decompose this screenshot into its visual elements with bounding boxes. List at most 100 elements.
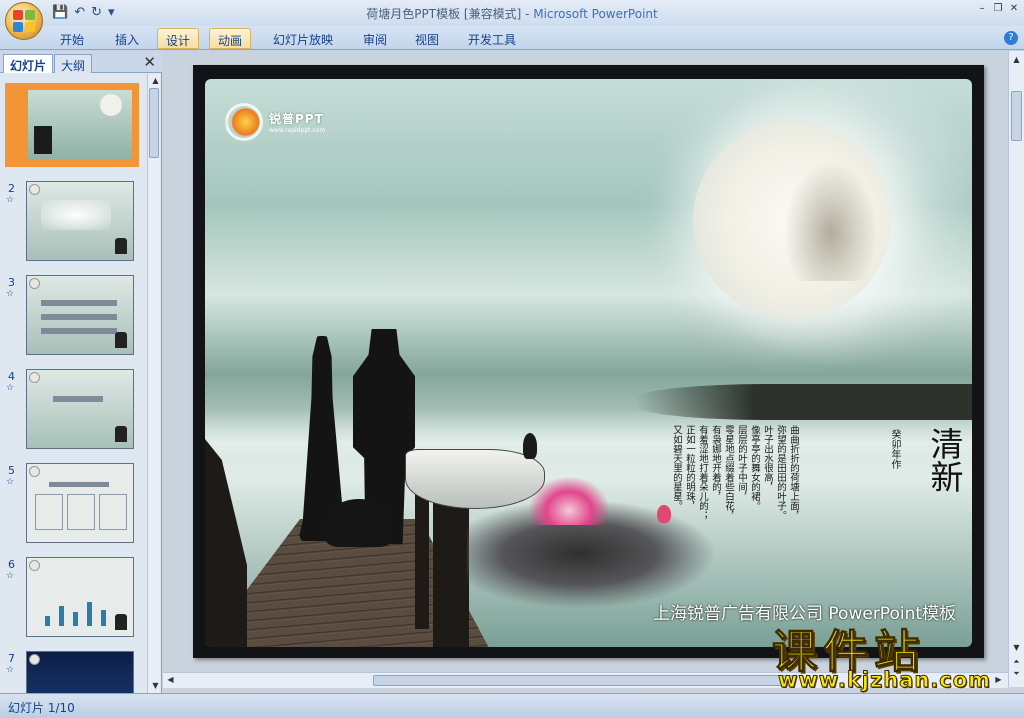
chart-bar	[59, 606, 64, 626]
pane-scrollbar[interactable]: ▲ ▼	[147, 74, 160, 693]
scroll-thumb[interactable]	[373, 675, 793, 686]
thumbnail-item[interactable]: 5 ☆	[0, 462, 146, 552]
thumbnail-number: 3	[8, 276, 15, 289]
slide-thumbnail-2[interactable]	[26, 181, 134, 261]
lotus-flower-image	[529, 477, 609, 525]
poem-line: 像亭亭的舞女的裙。	[749, 425, 760, 511]
tab-developer[interactable]: 开发工具	[460, 28, 524, 49]
moon-icon	[29, 184, 40, 195]
document-title: 荷塘月色PPT模板 [兼容模式]	[366, 7, 522, 21]
bird-silhouette	[523, 433, 537, 459]
poem-line: 零星地点缀着些白花，	[723, 425, 734, 520]
couple-silhouette	[115, 614, 127, 630]
thumbnail-item[interactable]: 7 ☆	[0, 650, 146, 693]
tab-outline[interactable]: 大纲	[54, 54, 93, 73]
office-logo-icon	[13, 10, 35, 32]
animation-star-icon: ☆	[6, 383, 15, 393]
scroll-down-icon[interactable]: ▼	[1011, 643, 1022, 653]
tab-review[interactable]: 审阅	[355, 28, 395, 49]
tab-animation[interactable]: 动画	[209, 28, 252, 49]
thumbnail-item[interactable]: 1 ☆	[0, 83, 146, 176]
slide-thumbnail-3[interactable]	[26, 275, 134, 355]
tab-home[interactable]: 开始	[52, 28, 92, 49]
poem-text: 曲曲折折的荷塘上面， 弥望的是田田的叶子。 叶子出水很高， 像亭亭的舞女的裙。 …	[671, 425, 799, 595]
scroll-left-icon[interactable]: ◀	[165, 675, 176, 685]
thumbnail-item[interactable]: 3 ☆	[0, 274, 146, 364]
scroll-down-icon[interactable]: ▼	[150, 681, 161, 691]
restore-icon[interactable]: ❐	[992, 3, 1004, 15]
slide-thumbnail-1[interactable]	[5, 83, 139, 167]
scroll-thumb[interactable]	[1011, 91, 1022, 141]
slide-thumbnail-4[interactable]	[26, 369, 134, 449]
moon-icon	[29, 372, 40, 383]
scroll-thumb[interactable]	[149, 88, 159, 158]
brand-name: 锐普PPT	[269, 112, 324, 126]
couple-silhouette	[34, 126, 52, 154]
thumbnail-number: 7	[8, 652, 15, 665]
help-icon[interactable]: ?	[1004, 31, 1018, 45]
pane-close-icon[interactable]: ✕	[143, 53, 156, 71]
brand-url: www.rapidppt.com	[269, 127, 326, 134]
status-bar: 幻灯片 1/10	[0, 693, 1024, 718]
thumbnail-item[interactable]: 6 ☆	[0, 556, 146, 646]
slide-counter: 幻灯片 1/10	[8, 701, 75, 715]
calligraphy-title: 清新	[925, 427, 964, 493]
previous-slide-icon[interactable]: ⏶	[1011, 657, 1022, 667]
thumbnail-number: 2	[8, 182, 15, 195]
chart-bar	[73, 612, 78, 626]
title-bar-block	[53, 396, 103, 402]
slide-thumbnail-5[interactable]	[26, 463, 134, 543]
chart-bar	[87, 602, 92, 626]
slide-thumbnail-7[interactable]	[26, 651, 134, 693]
couple-silhouette	[115, 332, 127, 348]
title-bar-block	[49, 482, 109, 487]
tab-slideshow[interactable]: 幻灯片放映	[265, 28, 341, 49]
current-slide[interactable]: 锐普PPT www.rapidppt.com 曲曲折折的荷塘上面， 弥望的是田田…	[193, 65, 984, 658]
couple-silhouette	[115, 426, 127, 442]
title-bar-block	[41, 314, 117, 320]
watermark-url: www.kjzhan.com	[777, 668, 992, 693]
minimize-icon[interactable]: –	[976, 3, 988, 15]
table-cell	[35, 494, 63, 530]
next-slide-icon[interactable]: ⏷	[1011, 669, 1022, 679]
title-bar: 💾 ↶ ↻ ▾ 荷塘月色PPT模板 [兼容模式] - Microsoft Pow…	[0, 0, 1024, 40]
tab-view[interactable]: 视图	[407, 28, 447, 49]
poem-line: 正如一粒粒的明珠，	[684, 425, 695, 511]
tab-design[interactable]: 设计	[157, 28, 200, 49]
poem-line: 又如碧天里的星星。	[671, 425, 682, 511]
ribbon-tabs: 开始 插入 设计 动画 幻灯片放映 审阅 视图 开发工具 ?	[0, 26, 1024, 50]
office-button[interactable]	[5, 2, 43, 40]
slide-thumbnail-6[interactable]	[26, 557, 134, 637]
animation-star-icon: ☆	[6, 289, 15, 299]
scroll-right-icon[interactable]: ▶	[993, 675, 1004, 685]
tab-slides[interactable]: 幻灯片	[3, 54, 54, 73]
scroll-up-icon[interactable]: ▲	[150, 76, 161, 86]
slide-pane: 幻灯片 大纲 ✕ 1 ☆ 2 ☆ 3 ☆	[0, 51, 162, 693]
calligraphy-signature: 癸卯年作	[889, 429, 900, 469]
text-block	[41, 200, 111, 230]
dogs-silhouette	[325, 499, 393, 547]
vertical-scrollbar[interactable]: ▲ ▼ ⏶ ⏷	[1008, 51, 1024, 687]
tab-insert[interactable]: 插入	[107, 28, 147, 49]
thumbnail-number: 6	[8, 558, 15, 571]
poem-line: 有袅娜地开着的，	[710, 425, 721, 501]
moon-pagoda-image	[783, 161, 878, 281]
poem-line: 层层的叶子中间，	[736, 425, 747, 501]
thumbnail-image	[28, 90, 132, 160]
title-bar-block	[41, 328, 117, 334]
thumbnail-number: 4	[8, 370, 15, 383]
far-shore-silhouette	[635, 384, 972, 420]
slide-editing-area: 锐普PPT www.rapidppt.com 曲曲折折的荷塘上面， 弥望的是田田…	[163, 51, 1008, 687]
moon-icon	[29, 654, 40, 665]
brand-logo: 锐普PPT www.rapidppt.com	[225, 103, 325, 141]
animation-star-icon: ☆	[6, 571, 15, 581]
pane-tabs: 幻灯片 大纲 ✕	[0, 51, 162, 73]
poem-line: 弥望的是田田的叶子。	[775, 425, 786, 520]
thumbnail-item[interactable]: 4 ☆	[0, 368, 146, 458]
moon-icon	[29, 466, 40, 477]
close-icon[interactable]: ✕	[1008, 3, 1020, 15]
thumbnail-item[interactable]: 2 ☆	[0, 180, 146, 270]
full-moon-image	[693, 121, 891, 319]
animation-star-icon: ☆	[6, 195, 15, 205]
scroll-up-icon[interactable]: ▲	[1011, 55, 1022, 65]
